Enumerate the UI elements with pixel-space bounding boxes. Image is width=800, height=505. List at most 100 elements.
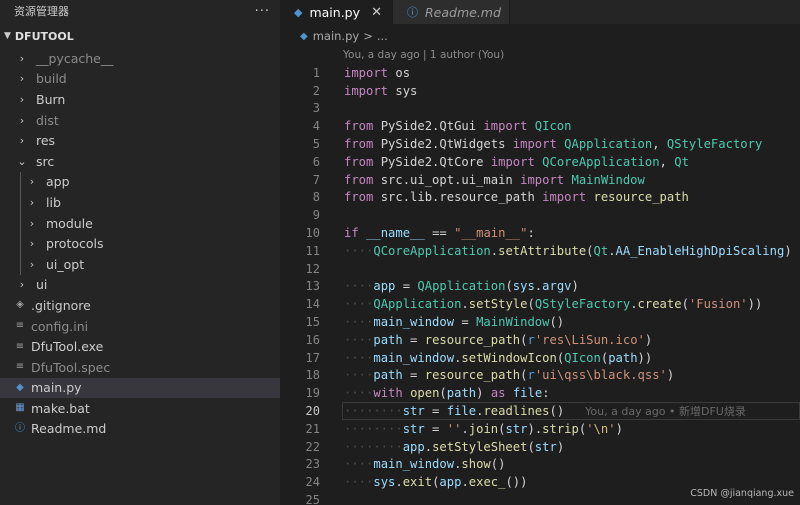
indent-guide [20, 192, 21, 213]
tree-item[interactable]: › protocols [0, 233, 280, 254]
tree-item[interactable]: ≡ DfuTool.exe [0, 336, 280, 357]
git-codelens[interactable]: You, a day ago | 1 author (You) [343, 49, 504, 61]
tree-item-label: ui [36, 277, 48, 293]
code-line[interactable]: 10 if __name__ == "__main__": [280, 224, 800, 242]
chevron-right-icon: › [29, 175, 35, 189]
tree-item[interactable]: › build [0, 69, 280, 90]
code-token: ' [608, 421, 616, 436]
code-token: setAttribute [498, 243, 587, 258]
code-token: = [395, 279, 418, 294]
code-line[interactable]: 9 [280, 206, 800, 224]
code-text: ····main_window.show() [344, 457, 505, 471]
code-line[interactable]: 18 ····path = resource_path(r'ui\qss\blac… [280, 367, 800, 385]
tree-item-label: Readme.md [31, 421, 107, 437]
code-token: os [388, 65, 411, 80]
code-token: QIcon [564, 350, 601, 365]
chevron-right-icon: › [29, 237, 35, 251]
indent-guide [20, 253, 21, 275]
tree-item[interactable]: › ui [0, 275, 280, 296]
code-token: exec_ [468, 475, 506, 490]
tree-item[interactable]: › ui_opt [0, 253, 280, 275]
code-line[interactable]: 13 ····app = QApplication(sys.argv) [280, 278, 800, 296]
tree-item[interactable]: ⓘ Readme.md [0, 419, 280, 440]
tree-item-label: make.bat [31, 400, 90, 416]
code-line[interactable]: 11 ····QCoreApplication.setAttribute(Qt.A… [280, 242, 800, 260]
code-line[interactable]: 17 ····main_window.setWindowIcon(QIcon(pa… [280, 349, 800, 367]
code-token: MainWindow [571, 172, 645, 187]
tab-readme-md[interactable]: ⓘ Readme.md [393, 0, 510, 24]
tree-item-label: module [46, 215, 93, 231]
code-line[interactable]: 8 from src.lib.resource_path import resou… [280, 189, 800, 207]
code-text: ····main_window.setWindowIcon(QIcon(path… [344, 351, 652, 365]
line-number: 20 [305, 404, 320, 419]
code-token: import [512, 137, 557, 152]
code-line[interactable]: 23 ····main_window.show() [280, 456, 800, 474]
code-line[interactable]: 14 ····QApplication.setStyle(QStyleFactor… [280, 295, 800, 313]
code-line[interactable]: 4 from PySide2.QtGui import QIcon [280, 117, 800, 135]
code-token: __name__ [366, 226, 425, 241]
tab-main-py[interactable]: ◆ main.py ✕ [280, 0, 393, 24]
code-line[interactable]: 2 import sys [280, 82, 800, 100]
indent-guide [20, 171, 21, 193]
code-token: main_window [373, 315, 455, 330]
tree-item[interactable]: ▦ make.bat [0, 398, 280, 419]
code-token: ) [666, 368, 675, 383]
explorer-sidebar: 资源管理器 ··· ▼ DFUTOOL › __pycache__ › build › B… [0, 0, 280, 505]
code-token: ···· [344, 386, 374, 401]
code-token: ). [527, 421, 543, 436]
code-token: . [630, 297, 638, 312]
code-text: ····QCoreApplication.setAttribute(Qt.AA_… [344, 244, 792, 258]
code-token: import [344, 65, 389, 80]
code-line[interactable]: 19 ····with open(path) as file: [280, 384, 800, 402]
tree-item[interactable]: › dist [0, 110, 280, 131]
code-line[interactable]: 5 from PySide2.QtWidgets import QApplicat… [280, 135, 800, 153]
code-token: main_window [373, 457, 455, 472]
code-line[interactable]: 7 from src.ui_opt.ui_main import MainWind… [280, 171, 800, 189]
code-line[interactable]: 6 from PySide2.QtCore import QCoreApplica… [280, 153, 800, 171]
code-line[interactable]: 3 [280, 100, 800, 118]
line-number: 14 [305, 297, 320, 312]
code-line[interactable]: 20 ········str = file.readlines() You, a … [280, 402, 800, 420]
line-number: 16 [305, 332, 320, 347]
tree-item[interactable]: ≡ config.ini [0, 316, 280, 337]
more-actions-icon[interactable]: ··· [255, 4, 270, 19]
code-line[interactable]: 1 import os [280, 64, 800, 82]
indent-guide [20, 212, 21, 234]
chevron-right-icon: › [19, 278, 25, 292]
code-token: 'Fusion' [688, 297, 748, 312]
breadcrumb-symbols[interactable]: ... [377, 29, 388, 43]
code-token: ···· [344, 315, 374, 330]
explorer-title: 资源管理器 [14, 5, 69, 18]
code-token: exit [402, 475, 433, 490]
tree-item[interactable]: ◆ main.py [0, 377, 280, 399]
close-icon[interactable]: ✕ [371, 5, 382, 20]
windows-batch-icon: ▦ [15, 402, 25, 414]
code-token: ···· [344, 332, 374, 347]
code-line[interactable]: 22 ········app.setStyleSheet(str) [280, 438, 800, 456]
code-token: ( [439, 386, 447, 401]
code-token: . [461, 297, 469, 312]
breadcrumb-file[interactable]: main.py [313, 29, 360, 43]
code-text: from PySide2.QtGui import QIcon [344, 119, 571, 133]
code-line[interactable]: 12 [280, 260, 800, 278]
tree-item[interactable]: › Burn [0, 89, 280, 110]
tree-item[interactable]: › app [0, 171, 280, 193]
code-token: create [637, 297, 682, 312]
tree-item[interactable]: ≡ DfuTool.spec [0, 357, 280, 378]
code-token: sys [373, 475, 396, 490]
tree-item[interactable]: › module [0, 212, 280, 234]
tree-item[interactable]: ⌄ src [0, 151, 280, 172]
code-line[interactable]: 15 ····main_window = MainWindow() [280, 313, 800, 331]
code-line[interactable]: 16 ····path = resource_path(r'res\LiSun.i… [280, 331, 800, 349]
workspace-section[interactable]: ▼ DFUTOOL [0, 24, 280, 48]
code-line[interactable]: 21 ········str = ''.join(str).strip('\n') [280, 420, 800, 438]
tree-item[interactable]: › res [0, 130, 280, 151]
code-editor[interactable]: You, a day ago | 1 author (You) 1 import … [280, 46, 800, 505]
tree-item[interactable]: ◈ .gitignore [0, 295, 280, 316]
tree-item[interactable]: › lib [0, 192, 280, 213]
code-token: ···· [344, 475, 374, 490]
code-token: path [608, 350, 638, 365]
tree-item[interactable]: › __pycache__ [0, 48, 280, 69]
